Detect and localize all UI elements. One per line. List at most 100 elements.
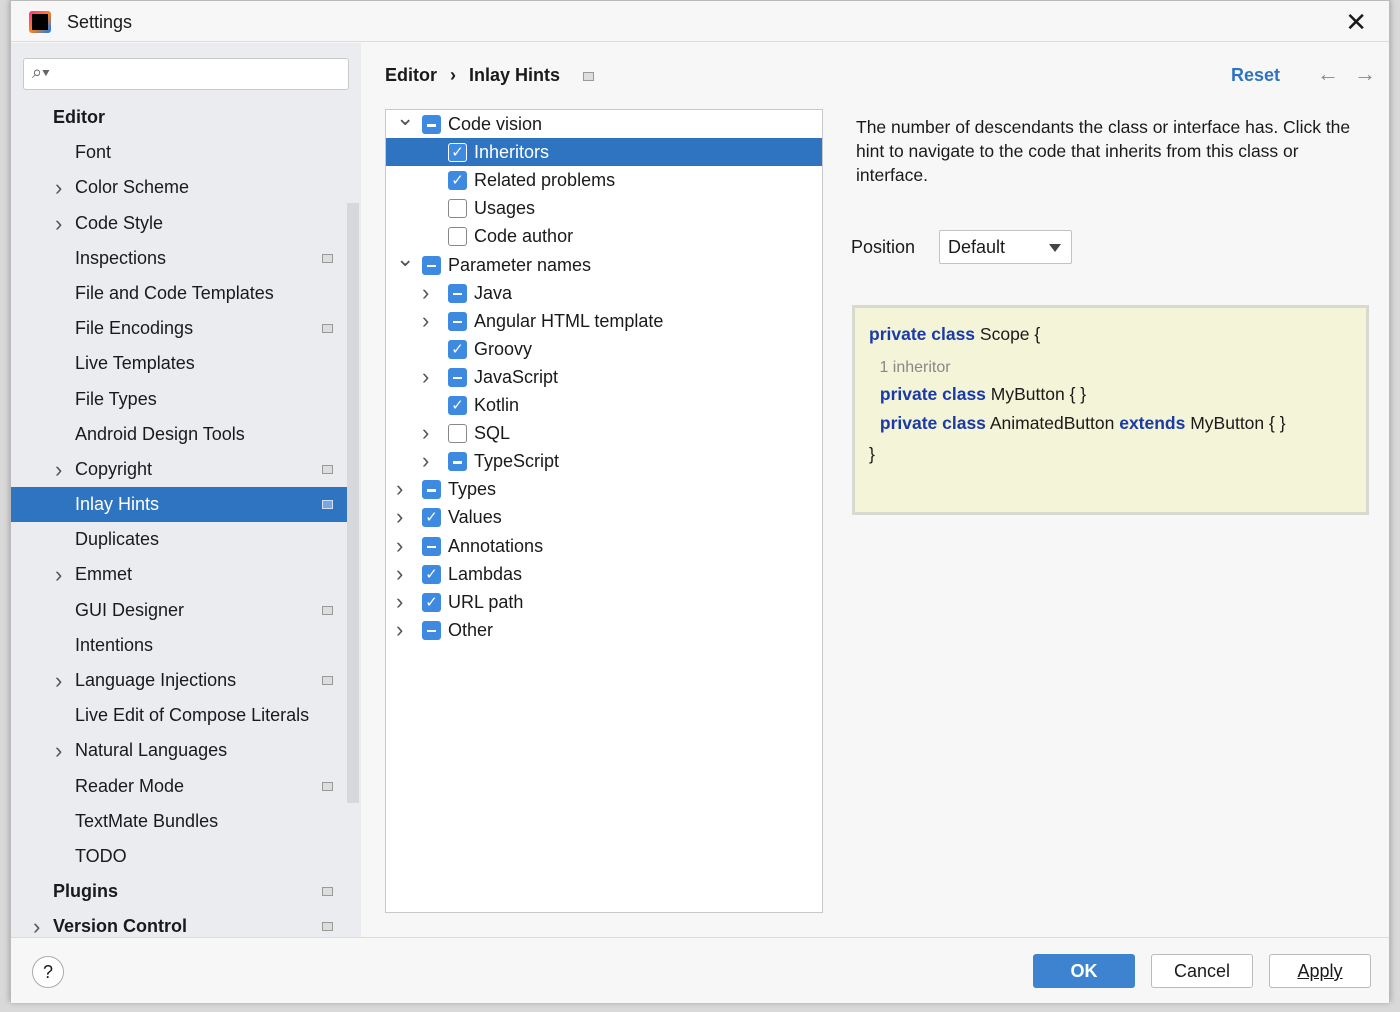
tree-row[interactable]: ✓ Kotlin [386, 391, 822, 419]
checkbox[interactable]: ✓ [422, 592, 441, 612]
sidebar-item[interactable]: Live Edit of Compose Literals [11, 698, 347, 733]
checkbox[interactable] [448, 283, 467, 303]
tree-row[interactable]: › Types [386, 475, 822, 503]
tree-row[interactable]: ✓ Inheritors [386, 138, 822, 167]
chevron-right-icon[interactable]: › [422, 447, 429, 475]
tree-row[interactable]: › Other [386, 616, 822, 644]
sidebar-item-label: Copyright [75, 458, 153, 479]
checkbox[interactable]: ✓ [448, 171, 467, 191]
chevron-right-icon[interactable]: › [396, 503, 403, 531]
tree-row[interactable]: › JavaScript [386, 363, 822, 391]
sidebar-item-label: File Encodings [75, 318, 194, 339]
sidebar-item[interactable]: Inlay Hints [11, 487, 347, 523]
tree-row[interactable]: ⌄ Code vision [386, 105, 822, 138]
checkbox[interactable]: ✓ [422, 508, 441, 528]
checkbox[interactable] [448, 311, 467, 331]
tree-row[interactable]: Usages [386, 194, 822, 222]
tree-row[interactable]: › SQL [386, 419, 822, 447]
sidebar-item[interactable]: GUI Designer [11, 593, 347, 628]
sidebar-item[interactable]: Plugins [11, 874, 347, 909]
sidebar-item[interactable]: › Copyright [11, 452, 347, 487]
tree-row[interactable]: › Java [386, 279, 822, 307]
chevron-right-icon[interactable]: › [396, 560, 403, 588]
chevron-right-icon[interactable]: › [55, 557, 62, 592]
tree-row[interactable]: › ✓ URL path [386, 588, 822, 616]
sidebar-item[interactable]: › Emmet [11, 557, 347, 592]
checkbox[interactable] [448, 424, 467, 444]
chevron-right-icon[interactable]: › [396, 532, 403, 560]
code-token: private class [869, 324, 976, 344]
cancel-button[interactable]: Cancel [1151, 954, 1253, 988]
forward-arrow-icon[interactable]: → [1354, 61, 1376, 87]
help-button[interactable]: ? [32, 956, 64, 988]
chevron-right-icon[interactable]: › [396, 475, 403, 503]
sidebar-item[interactable]: File Encodings [11, 311, 347, 346]
sidebar-item[interactable]: TODO [11, 839, 347, 874]
checkbox[interactable]: ✓ [448, 396, 467, 415]
tree-row[interactable]: ✓ Groovy [386, 335, 822, 363]
apply-button[interactable]: Apply [1269, 954, 1371, 988]
code-line: 1 inheritor [875, 356, 950, 377]
close-icon[interactable]: ✕ [1345, 7, 1367, 38]
tree-row[interactable]: › ✓ Lambdas [386, 560, 822, 588]
back-arrow-icon[interactable]: ← [1317, 61, 1339, 87]
sidebar-scrollbar[interactable] [347, 203, 359, 803]
sidebar-item[interactable]: › Color Scheme [11, 170, 347, 205]
sidebar-item[interactable]: › Language Injections [11, 663, 347, 698]
ok-button[interactable]: OK [1033, 954, 1135, 988]
checkbox[interactable] [422, 480, 441, 500]
chevron-right-icon[interactable]: › [422, 363, 429, 391]
checkbox[interactable]: ✓ [422, 564, 441, 584]
chevron-down-icon[interactable]: ⌄ [396, 104, 414, 132]
tree-row[interactable]: › ✓ Values [386, 503, 822, 531]
sidebar-item[interactable]: Live Templates [11, 346, 347, 381]
breadcrumb-item[interactable]: Editor [385, 65, 437, 85]
checkbox[interactable] [448, 367, 467, 387]
sidebar-item[interactable]: › Natural Languages [11, 733, 347, 768]
tree-row[interactable]: › TypeScript [386, 447, 822, 475]
position-dropdown[interactable]: Default [939, 230, 1072, 264]
sidebar-item[interactable]: Reader Mode [11, 769, 347, 804]
checkbox[interactable] [448, 452, 467, 472]
chevron-down-icon[interactable]: ⌄ [396, 245, 414, 273]
checkbox[interactable] [448, 227, 467, 247]
chevron-right-icon[interactable]: › [55, 663, 62, 698]
checkbox[interactable]: ✓ [448, 339, 467, 359]
chevron-right-icon[interactable]: › [55, 170, 62, 205]
chevron-right-icon[interactable]: › [422, 307, 429, 335]
checkbox[interactable] [422, 255, 441, 275]
tree-row[interactable]: › Angular HTML template [386, 307, 822, 335]
sidebar-item[interactable]: Intentions [11, 628, 347, 663]
sidebar-item[interactable]: Duplicates [11, 522, 347, 557]
chevron-right-icon[interactable]: › [55, 452, 62, 487]
sidebar-item[interactable]: › Code Style [11, 206, 347, 241]
chevron-right-icon[interactable]: › [422, 279, 429, 307]
chevron-right-icon[interactable]: › [396, 588, 403, 616]
checkbox[interactable] [422, 115, 441, 134]
tree-row[interactable]: › Annotations [386, 532, 822, 560]
reset-link[interactable]: Reset [1231, 65, 1280, 86]
sidebar: ⌕▾ Editor Font › Color Scheme › Code Style Ins… [11, 43, 361, 939]
checkbox[interactable] [422, 620, 441, 640]
sidebar-item[interactable]: File and Code Templates [11, 276, 347, 311]
tree-row[interactable]: Code author [386, 222, 822, 250]
checkbox[interactable]: ✓ [448, 143, 467, 163]
search-input[interactable]: ⌕▾ [23, 58, 349, 90]
sidebar-item[interactable]: Inspections [11, 241, 347, 276]
chevron-right-icon[interactable]: › [422, 419, 429, 447]
tree-row-label: Lambdas [448, 563, 523, 584]
sidebar-item[interactable]: TextMate Bundles [11, 804, 347, 839]
checkbox[interactable] [448, 199, 467, 219]
tree-row[interactable]: ✓ Related problems [386, 166, 822, 194]
sidebar-item[interactable]: Font [11, 135, 347, 170]
chevron-right-icon[interactable]: › [55, 733, 62, 768]
tree-row[interactable]: ⌄ Parameter names [386, 246, 822, 279]
chevron-right-icon[interactable]: › [396, 616, 403, 644]
project-scope-icon [322, 464, 333, 474]
sidebar-item[interactable]: File Types [11, 382, 347, 417]
sidebar-item[interactable]: Android Design Tools [11, 417, 347, 452]
sidebar-item[interactable]: Editor [11, 100, 347, 135]
chevron-right-icon[interactable]: › [55, 206, 62, 241]
inlay-hint[interactable]: 1 inheritor [875, 359, 950, 376]
checkbox[interactable] [422, 536, 441, 556]
